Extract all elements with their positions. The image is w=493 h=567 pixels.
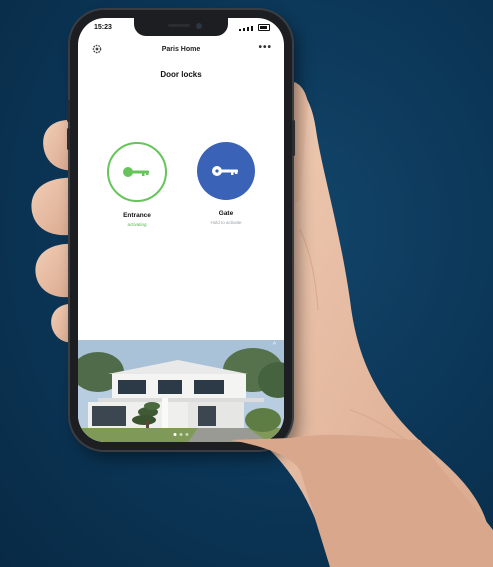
power-button	[292, 120, 295, 156]
carousel-dots[interactable]	[173, 433, 189, 436]
house-photo[interactable]: ^	[78, 340, 284, 442]
volume-button	[67, 100, 70, 122]
phone-frame: 15:23 Paris Home ••• Door locks Entrance…	[67, 10, 295, 450]
carousel-dot[interactable]	[179, 433, 183, 436]
key-icon	[212, 166, 238, 176]
more-icon[interactable]: •••	[258, 42, 272, 53]
status-time: 15:23	[94, 24, 112, 31]
carousel-dot[interactable]	[173, 433, 177, 436]
lock-button-gate[interactable]	[197, 142, 255, 200]
lock-button-entrance[interactable]	[107, 142, 167, 202]
volume-button	[67, 128, 70, 150]
lock-status: activating	[127, 222, 147, 227]
page-title: Door locks	[160, 70, 202, 79]
lock-entrance[interactable]: Entrance activating	[106, 142, 168, 227]
lock-gate[interactable]: Gate Hold to activate	[195, 142, 257, 225]
lock-status: Hold to activate	[210, 220, 242, 225]
key-icon	[123, 167, 149, 177]
carousel-dot[interactable]	[185, 433, 189, 436]
lock-name: Gate	[218, 210, 234, 217]
app-header: Paris Home •••	[78, 40, 284, 60]
speaker	[168, 24, 190, 27]
phone-screen: 15:23 Paris Home ••• Door locks Entrance…	[78, 18, 284, 442]
battery-icon	[258, 24, 270, 31]
house-illustration	[78, 340, 284, 442]
signal-icon	[239, 24, 270, 31]
chevron-up-icon[interactable]: ^	[273, 342, 276, 349]
notch	[134, 18, 228, 36]
home-title[interactable]: Paris Home	[78, 46, 284, 53]
camera	[196, 23, 202, 29]
lock-name: Entrance	[123, 212, 151, 219]
